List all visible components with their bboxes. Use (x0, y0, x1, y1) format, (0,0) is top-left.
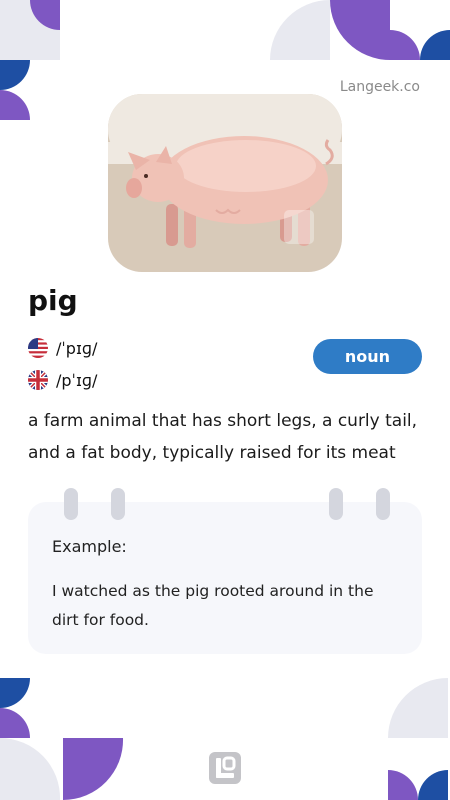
example-sentence: I watched as the pig rooted around in th… (52, 582, 374, 629)
pronunciation-uk[interactable]: /pˈɪɡ/ (28, 370, 97, 390)
corner-decoration-bottom-right (388, 678, 448, 800)
binder-ring (376, 488, 390, 520)
corner-decoration-top-left (0, 0, 60, 120)
brand-label: Langeek.co (339, 79, 420, 95)
word-illustration (106, 92, 344, 274)
word-title: pig (28, 284, 78, 317)
uk-flag-icon (28, 370, 48, 390)
corner-decoration-top-right (270, 0, 450, 60)
pronunciation-uk-ipa: /pˈɪɡ/ (56, 370, 98, 390)
part-of-speech-badge: noun (313, 339, 422, 374)
binder-ring (329, 488, 343, 520)
pronunciation-us-ipa: /ˈpɪɡ/ (56, 338, 98, 358)
definition-text: a farm animal that has short legs, a cur… (28, 411, 418, 463)
langeek-logo-icon (208, 751, 242, 785)
example-title: Example: (52, 537, 127, 556)
binder-ring (64, 488, 78, 520)
corner-decoration-bottom-left (0, 678, 124, 800)
pronunciation-us[interactable]: /ˈpɪɡ/ (28, 338, 97, 358)
us-flag-icon (28, 338, 48, 358)
binder-ring (111, 488, 125, 520)
